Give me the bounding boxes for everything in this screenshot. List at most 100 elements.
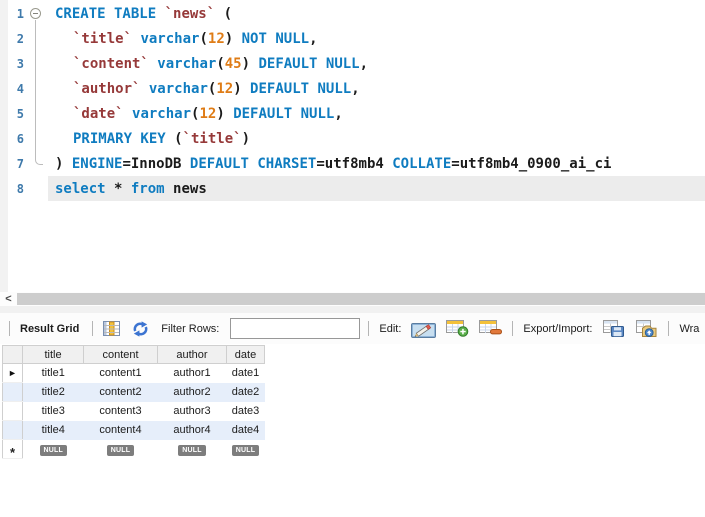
code-text[interactable]: `date` varchar(12) DEFAULT NULL, <box>48 101 705 126</box>
line-number: 7 <box>16 156 24 171</box>
grid-cell-null[interactable]: NULL <box>157 439 227 459</box>
new-row-selector[interactable]: * <box>2 439 23 459</box>
result-panel: Result Grid Filter Rows: Edit: Export/Im… <box>0 306 705 517</box>
token-id: `date` <box>73 105 124 122</box>
line-number: 6 <box>16 131 24 146</box>
grid-cell-null[interactable]: NULL <box>22 439 84 459</box>
row-selector[interactable] <box>2 420 23 440</box>
grid-cell-null[interactable]: NULL <box>83 439 158 459</box>
null-badge: NULL <box>178 444 206 456</box>
scrollbar-thumb[interactable] <box>17 293 705 305</box>
column-header-date[interactable]: date <box>226 345 265 364</box>
grid-cell[interactable]: content2 <box>83 382 158 402</box>
import-icon[interactable] <box>636 320 657 337</box>
token-pl: ( <box>199 30 208 47</box>
null-badge: NULL <box>231 444 260 456</box>
grid-cell[interactable]: date2 <box>226 382 265 402</box>
scroll-left-button[interactable]: < <box>2 292 15 306</box>
result-grid-icon[interactable] <box>103 321 121 336</box>
token-val: InnoDB <box>130 155 182 172</box>
row-selector[interactable]: ► <box>2 363 23 383</box>
grid-cell[interactable]: author1 <box>158 364 227 383</box>
code-text[interactable]: CREATE TABLE `news` ( <box>48 1 705 26</box>
token-kw: from <box>130 180 165 197</box>
delete-row-icon[interactable] <box>479 320 503 337</box>
token-id: `author` <box>73 80 141 97</box>
horizontal-scrollbar[interactable]: < <box>0 292 705 306</box>
code-line-5[interactable]: 5 `date` varchar(12) DEFAULT NULL, <box>0 101 705 126</box>
token-kw: varchar <box>148 80 208 97</box>
token-pl: = <box>122 155 131 172</box>
code-line-2[interactable]: 2 `title` varchar(12) NOT NULL, <box>0 26 705 51</box>
export-icon[interactable] <box>603 320 625 337</box>
grid-cell[interactable]: title3 <box>23 402 84 421</box>
toolbar-separator <box>512 321 514 336</box>
grid-cell[interactable]: content4 <box>83 420 158 440</box>
select-all-corner[interactable] <box>2 345 23 364</box>
grid-cell[interactable]: title2 <box>22 382 84 402</box>
token-pl: , <box>309 30 318 47</box>
token-pl: ) <box>241 130 251 147</box>
grid-cell[interactable]: content1 <box>84 364 158 383</box>
token-pl: ) <box>55 155 72 172</box>
code-line-3[interactable]: 3 `content` varchar(45) DEFAULT NULL, <box>0 51 705 76</box>
code-fold-toggle-icon[interactable] <box>26 1 48 26</box>
column-header-content[interactable]: content <box>83 345 158 364</box>
grid-cell[interactable]: title1 <box>23 364 84 383</box>
code-line-7[interactable]: 7) ENGINE = InnoDB DEFAULT CHARSET = utf8mb4… <box>0 151 705 176</box>
table-row: title4 content4 author4 date4 <box>2 420 265 440</box>
grid-cell[interactable]: date4 <box>226 420 265 440</box>
code-line-6[interactable]: 6 PRIMARY KEY (`title`) <box>0 126 705 151</box>
sql-editor[interactable]: 1 CREATE TABLE `news` (2 `title` varchar(1… <box>0 0 705 292</box>
toolbar-separator <box>92 321 94 336</box>
code-line-8[interactable]: 8 select * from news <box>0 176 705 201</box>
code-text[interactable]: `author` varchar(12) DEFAULT NULL, <box>48 76 705 101</box>
column-header-author[interactable]: author <box>157 345 227 364</box>
edit-label: Edit: <box>379 322 402 335</box>
edit-record-icon[interactable] <box>411 320 437 338</box>
result-grid-table[interactable]: title content author date ► title1 content1 aut… <box>2 345 265 459</box>
code-line-1[interactable]: 1 CREATE TABLE `news` ( <box>0 1 705 26</box>
token-pl: , <box>359 55 369 72</box>
token-num: 12 <box>199 105 217 122</box>
token-num: 12 <box>216 80 234 97</box>
grid-cell-null[interactable]: NULL <box>226 439 265 459</box>
line-number: 5 <box>16 106 24 121</box>
token-num: 12 <box>207 30 225 47</box>
grid-cell[interactable]: date1 <box>227 364 265 383</box>
token-val: utf8mb4 <box>324 155 384 172</box>
token-kw: PRIMARY KEY <box>73 130 166 147</box>
token-kw: CREATE TABLE <box>55 5 157 22</box>
token-pl: ) <box>241 55 259 72</box>
column-header-title[interactable]: title <box>22 345 84 364</box>
code-text[interactable]: `title` varchar(12) NOT NULL, <box>48 26 705 51</box>
token-pl: ) <box>216 105 234 122</box>
grid-cell[interactable]: author3 <box>158 402 227 421</box>
grid-cell[interactable]: date3 <box>227 402 265 421</box>
grid-cell[interactable]: author4 <box>157 420 227 440</box>
grid-cell[interactable]: author2 <box>157 382 227 402</box>
line-number: 8 <box>16 181 24 196</box>
add-row-icon[interactable] <box>446 320 469 337</box>
toolbar-separator <box>9 321 10 336</box>
null-badge: NULL <box>39 444 67 456</box>
token-kw: varchar <box>140 30 200 47</box>
row-selector[interactable] <box>2 382 23 402</box>
code-text[interactable]: PRIMARY KEY (`title`) <box>48 126 705 151</box>
code-text[interactable]: `content` varchar(45) DEFAULT NULL, <box>48 51 705 76</box>
refresh-icon[interactable] <box>132 320 149 337</box>
code-text[interactable]: ) ENGINE = InnoDB DEFAULT CHARSET = utf8mb4 … <box>48 151 705 176</box>
token-pl: ( <box>215 5 233 22</box>
filter-rows-input[interactable] <box>230 318 361 339</box>
token-num: 45 <box>224 55 242 72</box>
new-row: * NULL NULL NULL NULL <box>2 439 265 459</box>
grid-cell[interactable]: title4 <box>22 420 84 440</box>
export-import-label: Export/Import: <box>523 322 593 335</box>
row-selector[interactable] <box>2 401 23 421</box>
grid-cell[interactable]: content3 <box>84 402 158 421</box>
code-text[interactable]: select * from news <box>48 176 705 201</box>
code-line-4[interactable]: 4 `author` varchar(12) DEFAULT NULL, <box>0 76 705 101</box>
filter-rows-label: Filter Rows: <box>161 322 220 335</box>
